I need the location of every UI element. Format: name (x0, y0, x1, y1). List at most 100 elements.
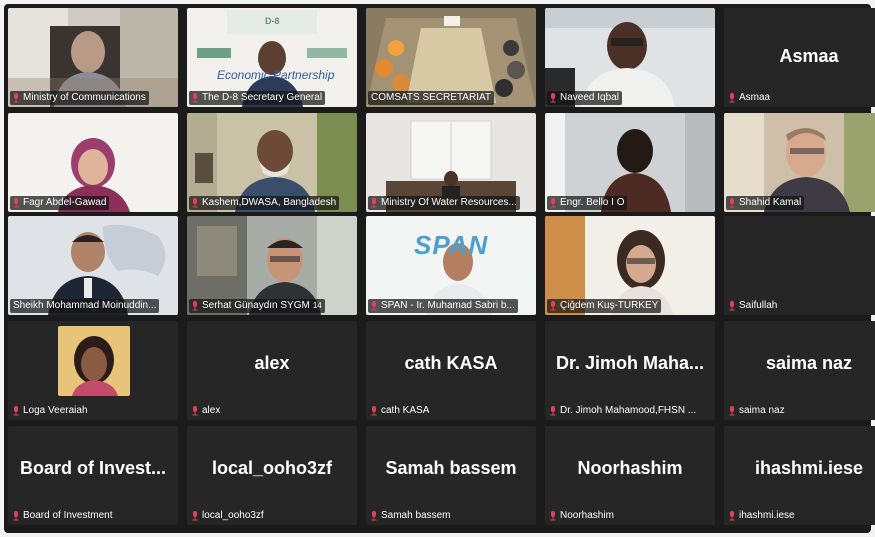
participant-tile[interactable]: alex alex (187, 321, 357, 420)
muted-mic-icon (550, 198, 556, 208)
muted-mic-icon (13, 511, 19, 521)
participant-name-bar: Samah bassem (368, 509, 453, 523)
participant-tile[interactable]: Ministry Of Water Resources... (366, 113, 536, 212)
participant-name-bar: Fagr Abdel-Gawad (10, 196, 110, 210)
participant-tile[interactable]: Asmaa Asmaa (724, 8, 875, 107)
participant-tile[interactable]: Shahid Kamal (724, 113, 875, 212)
participant-name-bar: COMSATS SECRETARIAT (368, 91, 495, 105)
overlay-text: Economic Partnership (217, 68, 335, 82)
participant-name: Dr. Jimoh Mahamood,FHSN ... (560, 405, 697, 416)
muted-mic-icon (13, 93, 19, 103)
participant-tile[interactable]: Serhat Günaydın SYGM 14 (187, 216, 357, 315)
participant-name: Sheikh Mohammad Moinuddin... (13, 300, 157, 311)
participant-tile[interactable]: Engr. Bello I O (545, 113, 715, 212)
muted-mic-icon (371, 198, 377, 208)
video-gallery: Ministry of Communications D-8 Economic … (4, 4, 875, 533)
participant-name: Saifullah (739, 300, 778, 311)
muted-mic-icon (729, 511, 735, 521)
participant-name-bar: The D-8 Secretary General (189, 91, 326, 105)
muted-mic-icon (550, 301, 556, 311)
participant-name: Loga Veeraiah (23, 405, 88, 416)
participant-name: The D-8 Secretary General (202, 92, 323, 103)
participant-big-label: Noorhashim (577, 458, 683, 478)
participant-name: ihashmi.iese (739, 510, 795, 521)
participant-name: SPAN - Ir. Muhamad Sabri b... (381, 300, 515, 311)
muted-mic-icon (550, 511, 556, 521)
participant-name: Asmaa (739, 92, 771, 103)
participant-tile[interactable]: cath KASA cath KASA (366, 321, 536, 420)
participant-name-bar: Çiğdem Kuş-TURKEY (547, 299, 662, 313)
participant-video-image (58, 326, 130, 396)
participant-tile[interactable]: Kashem,DWASA, Bangladesh (187, 113, 357, 212)
muted-mic-icon (550, 406, 556, 416)
participant-big-label: Asmaa (779, 46, 839, 66)
muted-mic-icon (192, 301, 198, 311)
muted-mic-icon (729, 198, 735, 208)
muted-mic-icon (13, 198, 19, 208)
participant-tile[interactable]: Dr. Jimoh Maha... Dr. Jimoh Mahamood,FHS… (545, 321, 715, 420)
participant-name-bar: Board of Investment (10, 509, 116, 523)
participant-name: Shahid Kamal (739, 197, 802, 208)
participant-name: local_ooho3zf (202, 510, 264, 521)
participant-name: Board of Investment (23, 510, 113, 521)
participant-name: Çiğdem Kuş-TURKEY (560, 300, 659, 311)
participant-tile[interactable]: saima naz saima naz (724, 321, 875, 420)
participant-tile[interactable]: Board of Invest... Board of Investment (8, 426, 178, 525)
participant-name-bar: Ministry of Communications (10, 91, 149, 105)
participant-tile[interactable]: Naveed Iqbal (545, 8, 715, 107)
participant-name: cath KASA (381, 405, 430, 416)
muted-mic-icon (729, 406, 735, 416)
participant-name-bar: Shahid Kamal (726, 196, 805, 210)
participant-name-bar: Naveed Iqbal (547, 91, 622, 105)
participant-name-bar: SPAN - Ir. Muhamad Sabri b... (368, 299, 518, 313)
participant-tile-active-speaker[interactable]: COMSATS SECRETARIAT (366, 8, 536, 107)
participant-badge: 14 (312, 301, 322, 310)
participant-tile[interactable]: Fagr Abdel-Gawad (8, 113, 178, 212)
participant-tile[interactable]: Noorhashim Noorhashim (545, 426, 715, 525)
participant-name: alex (202, 405, 221, 416)
participant-big-label: cath KASA (404, 353, 498, 373)
participant-name: Serhat Günaydın SYGM (202, 300, 310, 311)
participant-tile[interactable]: Samah bassem Samah bassem (366, 426, 536, 525)
participant-tile[interactable]: Saifullah (724, 216, 875, 315)
participant-tile[interactable]: SPAN SPAN - Ir. Muhamad Sabri b... (366, 216, 536, 315)
muted-mic-icon (13, 406, 19, 416)
muted-mic-icon (192, 511, 198, 521)
participant-big-label: Dr. Jimoh Maha... (555, 353, 705, 373)
participant-name-bar: Saifullah (726, 299, 780, 313)
participant-name: Kashem,DWASA, Bangladesh (202, 197, 337, 208)
muted-mic-icon (371, 406, 377, 416)
participant-name: Fagr Abdel-Gawad (23, 197, 107, 208)
muted-mic-icon (729, 301, 735, 311)
participant-name-bar: Loga Veeraiah (10, 404, 91, 418)
participant-big-label: local_ooho3zf (211, 458, 332, 478)
participant-tile[interactable]: ihashmi.iese ihashmi.iese (724, 426, 875, 525)
logo: D-8 (265, 16, 280, 26)
muted-mic-icon (192, 406, 198, 416)
participant-big-label: saima naz (765, 353, 853, 373)
participant-name: Ministry Of Water Resources... (381, 197, 517, 208)
participant-name: Naveed Iqbal (560, 92, 619, 103)
participant-name-bar: Noorhashim (547, 509, 617, 523)
participant-name-bar: Serhat Günaydın SYGM 14 (189, 299, 325, 313)
participant-name: Engr. Bello I O (560, 197, 625, 208)
overlay-text: SPAN (414, 230, 489, 260)
participant-name-bar: ihashmi.iese (726, 509, 798, 523)
participant-name-bar: Kashem,DWASA, Bangladesh (189, 196, 340, 210)
participant-big-label: Samah bassem (385, 458, 517, 478)
muted-mic-icon (371, 301, 377, 311)
participant-name: Samah bassem (381, 510, 451, 521)
participant-name: saima naz (739, 405, 785, 416)
participant-tile[interactable]: D-8 Economic Partnership The D-8 Secreta… (187, 8, 357, 107)
participant-name-bar: Ministry Of Water Resources... (368, 196, 520, 210)
participant-tile[interactable]: Ministry of Communications (8, 8, 178, 107)
participant-tile[interactable]: Çiğdem Kuş-TURKEY (545, 216, 715, 315)
participant-name: Noorhashim (560, 510, 614, 521)
muted-mic-icon (192, 93, 198, 103)
participant-name-bar: cath KASA (368, 404, 432, 418)
participant-tile[interactable]: local_ooho3zf local_ooho3zf (187, 426, 357, 525)
participant-tile[interactable]: Loga Veeraiah (8, 321, 178, 420)
participant-name: COMSATS SECRETARIAT (371, 92, 492, 103)
participant-name-bar: saima naz (726, 404, 788, 418)
participant-tile[interactable]: Sheikh Mohammad Moinuddin... (8, 216, 178, 315)
